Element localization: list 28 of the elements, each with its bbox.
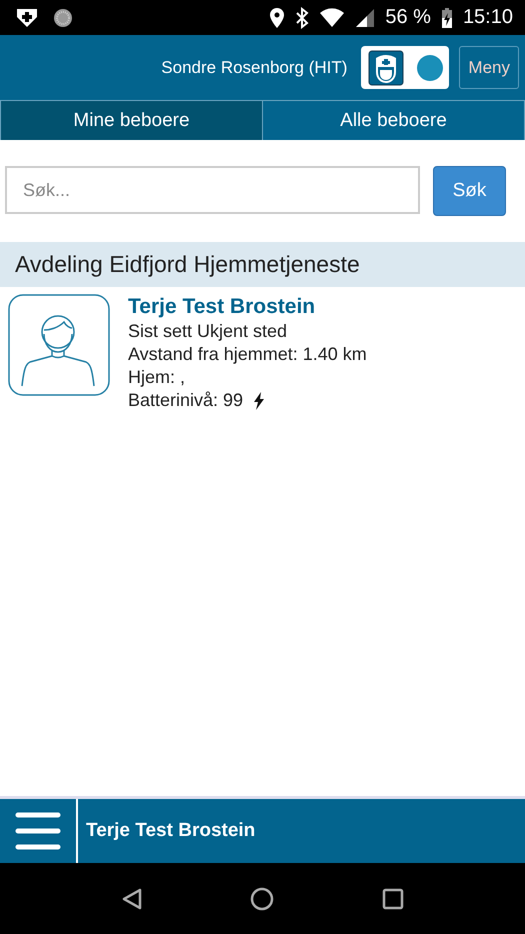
battery-level-text: Batterinivå: 99 (128, 389, 244, 412)
resident-name-link[interactable]: Terje Test Brostein (128, 294, 367, 320)
section-title: Avdeling Eidfjord Hjemmetjeneste (15, 251, 360, 278)
clock: 15:10 (462, 6, 513, 29)
loading-icon (53, 8, 73, 28)
avatar-icon (8, 294, 110, 396)
bottom-title: Terje Test Brostein (85, 820, 256, 842)
location-icon (269, 6, 286, 28)
shield-icon (15, 6, 39, 28)
search-field[interactable]: Søk... (5, 166, 420, 214)
bluetooth-icon (295, 6, 310, 28)
battery-charging-icon (440, 6, 453, 28)
tab[interactable]: Mine beboere (0, 101, 263, 140)
resident-detail: Hjem: , (128, 366, 186, 389)
resident-detail: Avstand fra hjemmet: 1.40 km (128, 343, 367, 366)
battery-percent: 56 % (385, 6, 431, 29)
nurse-icon (368, 50, 404, 86)
status-toggle[interactable] (361, 46, 450, 89)
recents-icon[interactable] (382, 888, 404, 910)
search-button[interactable]: Søk (433, 166, 506, 216)
wifi-icon (319, 8, 346, 28)
back-icon[interactable] (122, 888, 142, 910)
menu-button[interactable]: Meny (459, 46, 519, 89)
user-name: Sondre Rosenborg (HIT) (161, 58, 348, 78)
resident-detail: Sist sett Ukjent sted (128, 320, 288, 343)
home-icon[interactable] (250, 886, 274, 910)
status-dot (416, 54, 443, 80)
signal-icon (355, 8, 376, 28)
